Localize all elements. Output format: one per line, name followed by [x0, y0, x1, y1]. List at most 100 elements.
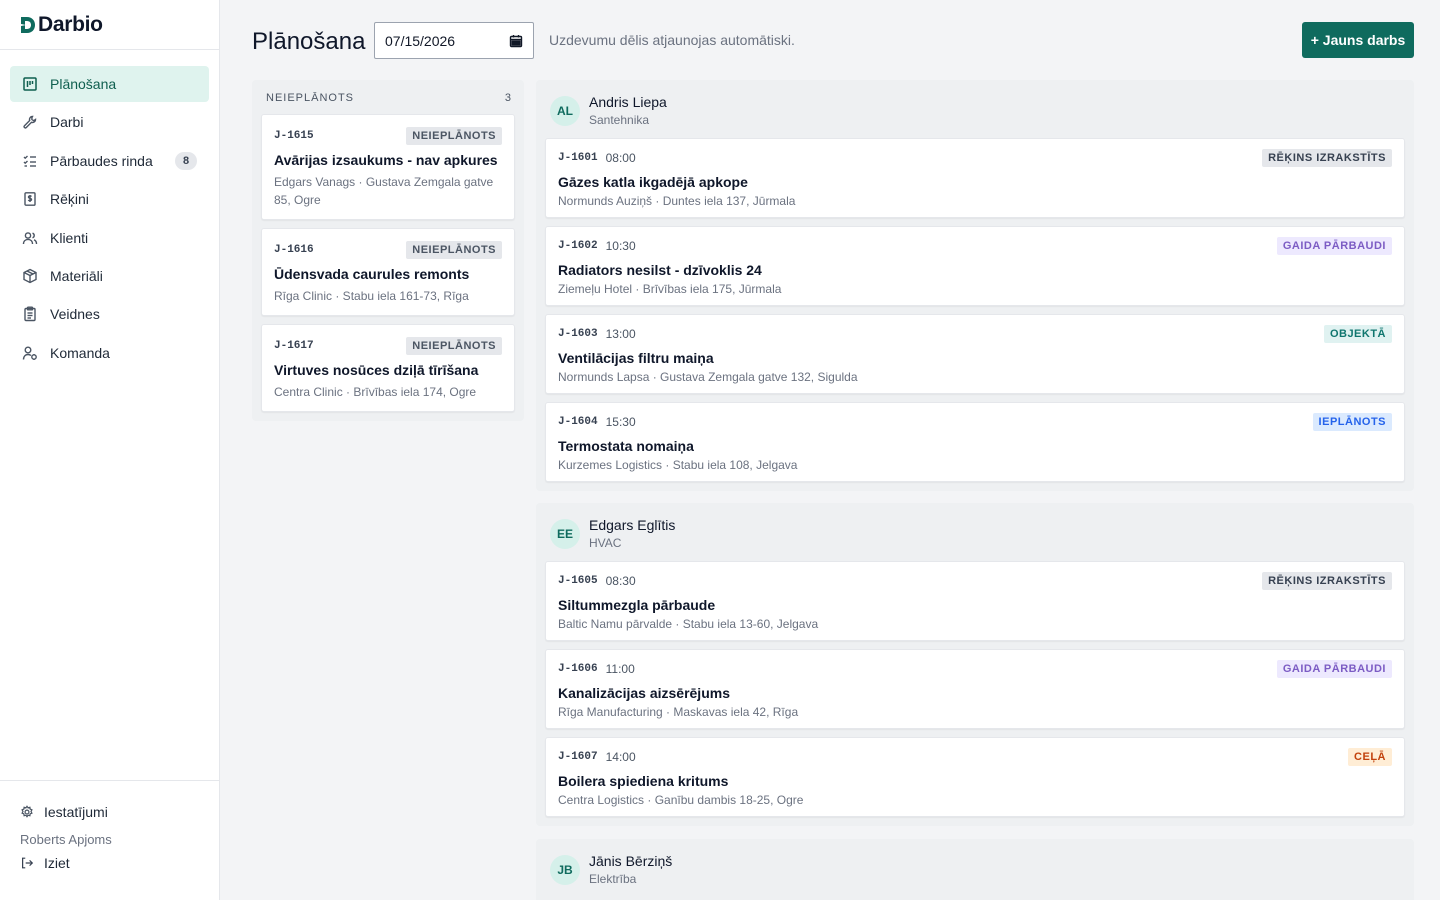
job-id: J-1615: [274, 130, 314, 142]
board-icon: [23, 77, 37, 91]
job-card[interactable]: J-1605 08:30 RĒĶINS IZRAKSTĪTS Siltummezg…: [545, 561, 1405, 641]
sidebar-nav: Plānošana Darbi Pārbaudes rinda 8 Rēķini…: [0, 50, 219, 371]
brand-name: Darbio: [38, 12, 103, 36]
job-title: Avārijas izsaukums - nav apkures: [274, 152, 498, 168]
job-title: Ventilācijas filtru maiņa: [558, 350, 714, 366]
job-id: J-1602: [558, 240, 598, 252]
checklist-icon: [23, 155, 36, 167]
status-badge: GAIDA PĀRBAUDI: [1276, 660, 1392, 678]
invoice-icon: [24, 192, 36, 207]
technician-name: Jānis Bērziņš: [589, 853, 673, 869]
logout-link[interactable]: Iziet: [20, 852, 199, 874]
current-user-name: Roberts Apjoms: [20, 832, 112, 847]
job-title: Radiators nesilst - dzīvoklis 24: [558, 262, 762, 278]
technician-header: AL Andris Liepa Santehnika: [545, 94, 1405, 138]
job-card[interactable]: J-1607 14:00 CEĻĀ Boilera spiediena kritu…: [545, 737, 1405, 817]
date-value: 07/15/2026: [385, 32, 456, 49]
sidebar-item-label: Veidnes: [50, 306, 100, 323]
job-time: 08:30: [605, 574, 636, 588]
technician-lane: EE Edgars Eglītis HVAC J-1605 08:30 RĒĶIN…: [536, 503, 1414, 826]
job-meta: Rīga Manufacturing · Maskavas iela 42, R…: [558, 705, 799, 719]
job-title: Termostata nomaiņa: [558, 438, 694, 454]
page-title: Plānošana: [252, 28, 366, 55]
job-id: J-1601: [558, 152, 598, 164]
job-title: Siltummezgla pārbaude: [558, 597, 716, 613]
status-badge: RĒĶINS IZRAKSTĪTS: [1262, 572, 1392, 590]
technician-header: JB Jānis Bērziņš Elektrība: [545, 853, 1405, 897]
technician-name: Andris Liepa: [589, 94, 667, 110]
sidebar-item-label: Pārbaudes rinda: [50, 152, 153, 169]
sidebar-item-label: Darbi: [50, 114, 84, 131]
technician-skill: Elektrība: [589, 872, 637, 886]
sidebar-item-planning[interactable]: Plānošana: [10, 66, 209, 102]
technician-lane: AL Andris Liepa Santehnika J-1601 08:00 R…: [536, 80, 1414, 491]
unscheduled-job-card[interactable]: J-1617 NEIEPLĀNOTS Virtuves nosūces dziļ…: [261, 324, 515, 412]
job-card[interactable]: J-1604 15:30 IEPLĀNOTS Termostata nomaiņa…: [545, 402, 1405, 482]
sidebar-item-review-queue[interactable]: Pārbaudes rinda 8: [10, 143, 209, 179]
job-meta: Centra Clinic · Brīvības iela 174, Ogre: [274, 385, 477, 399]
gear-icon: [21, 805, 33, 818]
technician-skill: Santehnika: [589, 113, 650, 127]
job-time: 14:00: [605, 750, 636, 764]
job-id: J-1607: [558, 751, 598, 763]
avatar: AL: [550, 95, 580, 126]
job-card[interactable]: J-1603 13:00 OBJEKTĀ Ventilācijas filtru …: [545, 314, 1405, 394]
job-id: J-1603: [558, 328, 598, 340]
job-time: 10:30: [605, 239, 636, 253]
clipboard-icon: [24, 306, 36, 322]
technician-lane: JB Jānis Bērziņš Elektrība: [536, 839, 1414, 900]
sidebar-item-label: Materiāli: [50, 267, 103, 284]
job-id: J-1616: [274, 244, 314, 256]
unscheduled-count: 3: [504, 92, 511, 104]
job-id: J-1606: [558, 663, 598, 675]
job-meta: Ziemeļu Hotel · Brīvības iela 175, Jūrma…: [558, 282, 782, 296]
unscheduled-job-card[interactable]: J-1615 NEIEPLĀNOTS Avārijas izsaukums - …: [261, 114, 515, 220]
status-badge: RĒĶINS IZRAKSTĪTS: [1262, 149, 1392, 167]
technician-skill: HVAC: [589, 536, 622, 550]
box-icon: [23, 268, 37, 284]
technician-name: Edgars Eglītis: [589, 517, 676, 533]
unscheduled-header: NEIEPLĀNOTS 3: [261, 92, 515, 114]
logout-icon: [22, 857, 34, 869]
job-card[interactable]: J-1601 08:00 RĒĶINS IZRAKSTĪTS Gāzes katl…: [545, 138, 1405, 218]
status-badge: NEIEPLĀNOTS: [406, 337, 502, 355]
job-time: 11:00: [605, 662, 635, 676]
new-job-button[interactable]: + Jauns darbs: [1302, 22, 1414, 58]
job-title: Gāzes katla ikgadējā apkope: [558, 174, 748, 190]
avatar: JB: [550, 854, 580, 885]
main-content: Plānošana 07/15/2026 Uzdevumu dēlis atja…: [220, 0, 1440, 900]
unscheduled-job-card[interactable]: J-1616 NEIEPLĀNOTS Ūdensvada caurules re…: [261, 228, 515, 316]
job-meta: Kurzemes Logistics · Stabu iela 108, Jel…: [558, 458, 798, 472]
sidebar-item-materials[interactable]: Materiāli: [10, 258, 209, 294]
job-meta: Baltic Namu pārvalde · Stabu iela 13-60,…: [558, 617, 819, 631]
sidebar-footer: Iestatījumi Roberts Apjoms Iziet: [0, 780, 219, 900]
logout-label: Iziet: [44, 855, 70, 871]
brand-logo[interactable]: Darbio: [0, 0, 219, 50]
job-meta: Normunds Lapsa · Gustava Zemgala gatve 1…: [558, 370, 858, 384]
settings-link[interactable]: Iestatījumi: [20, 801, 199, 823]
sidebar-item-invoices[interactable]: Rēķini: [10, 181, 209, 217]
unscheduled-title: NEIEPLĀNOTS: [266, 92, 355, 104]
team-icon: [22, 346, 37, 360]
job-title: Virtuves nosūces dziļā tīrīšana: [274, 362, 479, 378]
calendar-icon[interactable]: [509, 34, 523, 48]
users-icon: [22, 231, 38, 244]
date-picker-input[interactable]: 07/15/2026: [374, 22, 534, 59]
sidebar-item-label: Komanda: [50, 344, 110, 361]
sidebar-item-jobs[interactable]: Darbi: [10, 104, 209, 140]
job-card[interactable]: J-1606 11:00 GAIDA PĀRBAUDI Kanalizācijas…: [545, 649, 1405, 729]
sidebar-item-team[interactable]: Komanda: [10, 335, 209, 371]
sidebar-item-clients[interactable]: Klienti: [10, 220, 209, 256]
sidebar-item-templates[interactable]: Veidnes: [10, 296, 209, 332]
job-id: J-1617: [274, 340, 314, 352]
status-badge: GAIDA PĀRBAUDI: [1276, 237, 1392, 255]
status-badge: OBJEKTĀ: [1323, 325, 1392, 343]
unscheduled-column: NEIEPLĀNOTS 3 J-1615 NEIEPLĀNOTS Avārija…: [252, 80, 524, 421]
status-badge: NEIEPLĀNOTS: [406, 241, 502, 259]
job-id: J-1604: [558, 416, 598, 428]
job-meta: Normunds Auziņš · Duntes iela 137, Jūrma…: [558, 194, 796, 208]
job-id: J-1605: [558, 575, 598, 587]
job-card[interactable]: J-1602 10:30 GAIDA PĀRBAUDI Radiators nes…: [545, 226, 1405, 306]
job-time: 08:00: [605, 151, 636, 165]
technician-header: EE Edgars Eglītis HVAC: [545, 517, 1405, 561]
